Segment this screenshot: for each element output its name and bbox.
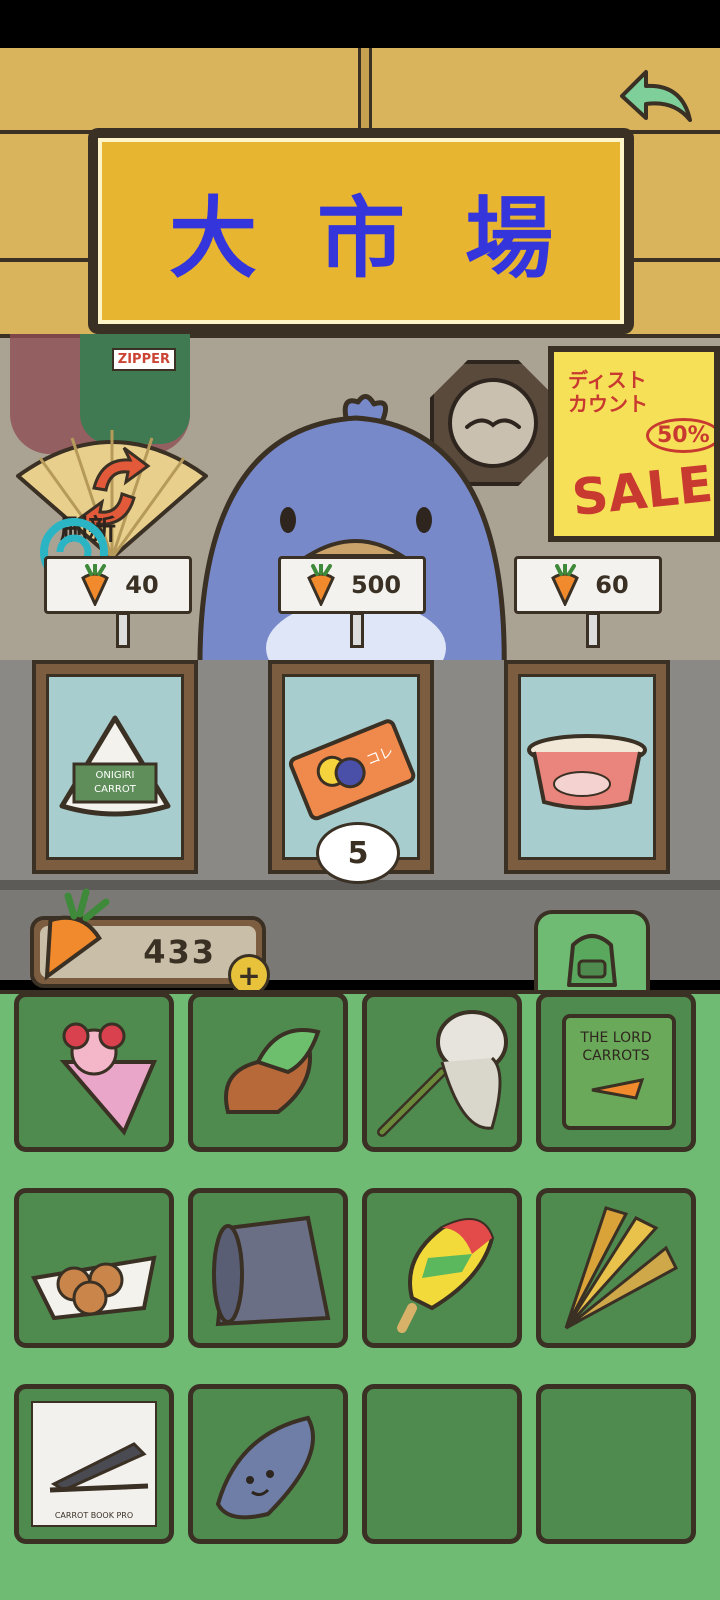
svg-text:CARROTS: CARROTS [582, 1048, 649, 1064]
sign-title: 大市場 [168, 186, 613, 290]
shop-item-cup-noodle[interactable] [504, 660, 670, 874]
carrot-icon [551, 564, 580, 606]
inventory-slot-taiyaki[interactable] [188, 992, 348, 1152]
carrot-icon [81, 564, 110, 606]
folding-fan-icon [564, 1206, 678, 1330]
inventory-slot-net[interactable] [362, 992, 522, 1152]
back-button[interactable] [612, 62, 698, 132]
carrot-icon [307, 564, 335, 606]
price-tag-onigiri: 40 [44, 556, 192, 614]
svg-text:CARROT: CARROT [94, 784, 137, 795]
onigiri-icon: ONIGIRI CARROT [59, 715, 171, 817]
inventory-slot-mat[interactable] [188, 1188, 348, 1348]
backpack-tab[interactable] [534, 910, 650, 1002]
inventory-slot-empty[interactable] [362, 1384, 522, 1544]
popsicle-icon [397, 1218, 495, 1333]
backpack-icon [567, 934, 617, 987]
svg-text:ONIGIRI: ONIGIRI [96, 770, 135, 781]
quantity-bubble: 5 [316, 822, 400, 884]
price-tag-cup-noodle: 60 [514, 556, 662, 614]
inventory-slot-book[interactable]: THE LORD CARROTS [536, 992, 696, 1152]
tag-pin [586, 612, 600, 648]
taiyaki-icecream-icon [224, 1028, 321, 1114]
book-icon: THE LORD CARROTS [562, 1014, 676, 1130]
surfboard-icon [215, 1415, 315, 1520]
tag-pin [116, 612, 130, 648]
shirt-tag: ZIPPER [111, 348, 176, 371]
status-bar [0, 0, 720, 48]
ticket-icon: コレ [288, 719, 416, 821]
cup-noodle-icon [527, 734, 647, 810]
carrot-icon [44, 888, 110, 981]
sale-poster: ディスト カウント 50% SALE [548, 346, 720, 542]
back-arrow-icon [620, 70, 692, 122]
poster-title-line1: ディスト [568, 368, 647, 392]
poster-title-line2: カウント [568, 392, 648, 416]
inventory-slot-surfboard[interactable] [188, 1384, 348, 1544]
price-value: 60 [595, 571, 629, 599]
carrot-count: 433 [143, 933, 216, 971]
inventory-slot-takoyaki[interactable] [14, 1188, 174, 1348]
tag-pin [350, 612, 364, 648]
poster-discount: 50% [646, 418, 714, 453]
inventory-slot-laptop[interactable]: CARROT BOOK PRO [14, 1384, 174, 1544]
inventory-slot-fan[interactable] [536, 1188, 696, 1348]
inventory-slot-popsicle[interactable] [362, 1188, 522, 1348]
shop-item-onigiri[interactable]: ONIGIRI CARROT [32, 660, 198, 874]
market-sign: 大市場 [88, 128, 634, 334]
price-tag-ticket: 500 [278, 556, 426, 614]
rolled-mat-icon [212, 1215, 331, 1327]
price-value: 500 [350, 571, 402, 599]
crepe-icon [59, 1022, 158, 1136]
svg-text:THE LORD: THE LORD [579, 1030, 651, 1046]
inventory-slot-crepe[interactable] [14, 992, 174, 1152]
inventory-slot-empty[interactable] [536, 1384, 696, 1544]
price-value: 40 [125, 571, 159, 599]
bug-net-icon [377, 1010, 508, 1137]
svg-text:CARROT BOOK PRO: CARROT BOOK PRO [55, 1511, 133, 1520]
laptop-icon: CARROT BOOK PRO [31, 1401, 157, 1527]
poster-sale: SALE [569, 454, 714, 528]
takoyaki-icon [31, 1255, 157, 1321]
